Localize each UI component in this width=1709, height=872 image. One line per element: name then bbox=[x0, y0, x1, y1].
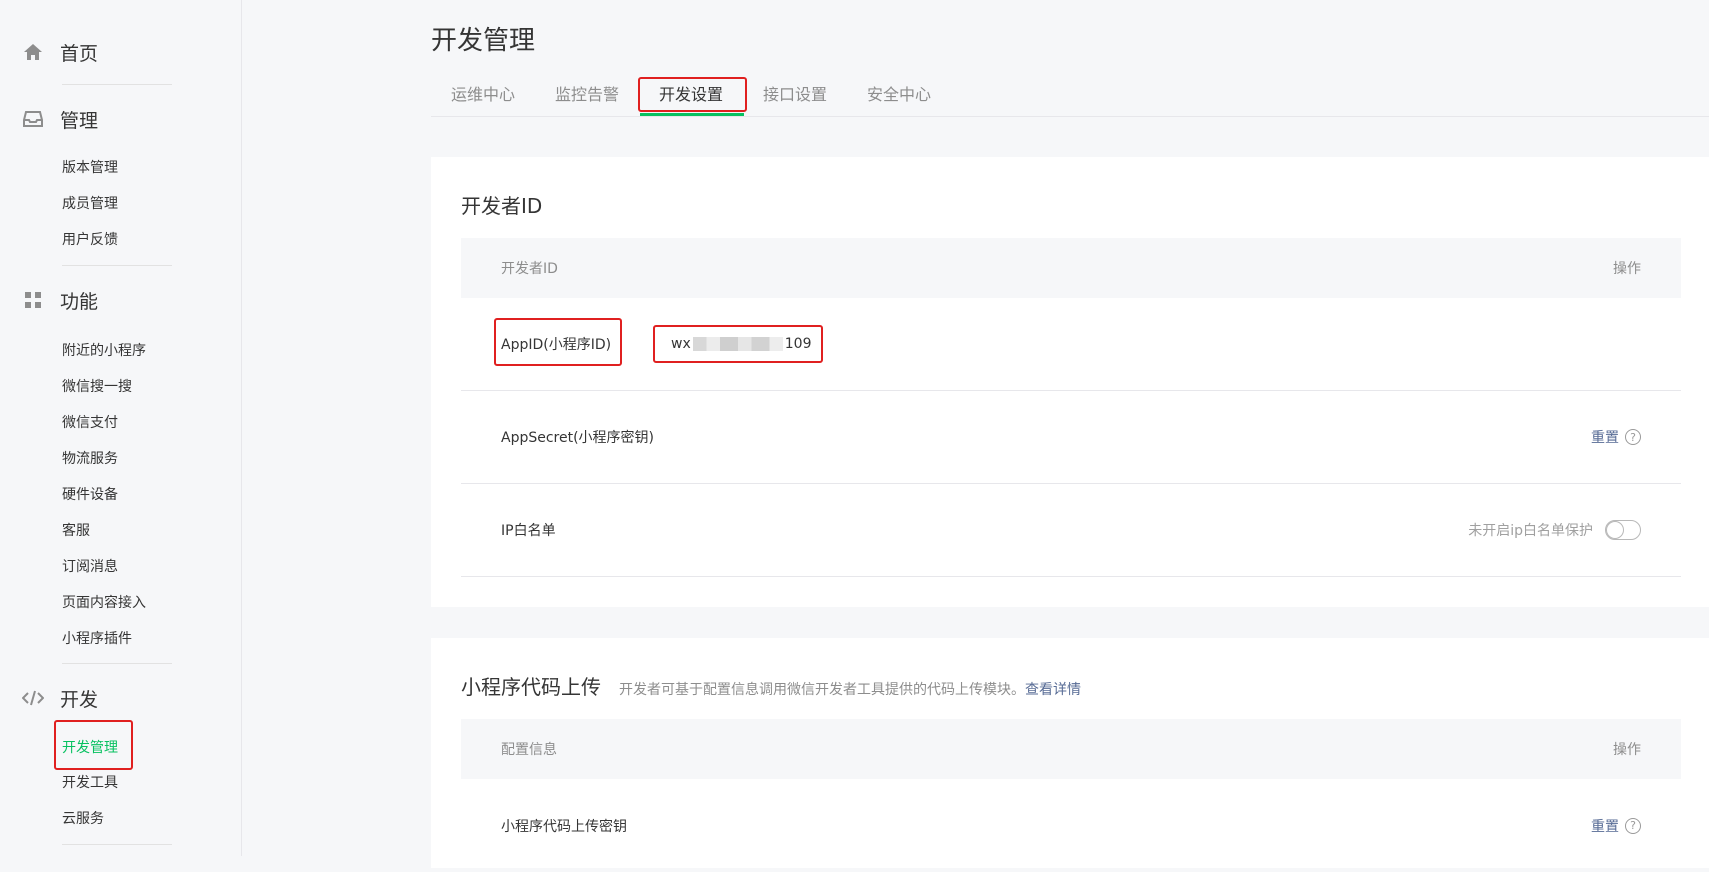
code-icon bbox=[22, 687, 44, 709]
appsecret-label: AppSecret(小程序密钥) bbox=[501, 430, 655, 446]
tab-bar: 运维中心 监控告警 开发设置 接口设置 安全中心 bbox=[431, 80, 1709, 117]
sidebar-item-subscribe[interactable]: 订阅消息 bbox=[62, 557, 118, 577]
divider bbox=[62, 663, 172, 664]
column-header: 操作 bbox=[1613, 261, 1641, 277]
inbox-icon bbox=[22, 108, 44, 130]
sidebar-group-features[interactable]: 功能 bbox=[22, 285, 98, 315]
reset-upload-key-link[interactable]: 重置 bbox=[1591, 816, 1619, 836]
sidebar-item-cloud[interactable]: 云服务 bbox=[62, 809, 104, 829]
code-upload-card: 小程序代码上传 开发者可基于配置信息调用微信开发者工具提供的代码上传模块。查看详… bbox=[431, 638, 1709, 868]
table-row: 小程序代码上传密钥 重置 ? bbox=[461, 779, 1681, 872]
column-header: 开发者ID bbox=[501, 261, 558, 277]
appid-value: wx 109 bbox=[671, 336, 812, 352]
divider bbox=[62, 265, 172, 266]
grid-icon bbox=[22, 289, 44, 311]
sidebar: 首页 管理 版本管理 成员管理 用户反馈 功能 附近的小程序 微信搜一搜 微信支… bbox=[0, 0, 242, 856]
active-tab-indicator bbox=[640, 113, 744, 116]
column-header: 操作 bbox=[1613, 742, 1641, 758]
divider bbox=[62, 844, 172, 845]
sidebar-item-content[interactable]: 页面内容接入 bbox=[62, 593, 146, 613]
help-icon[interactable]: ? bbox=[1625, 429, 1641, 445]
ip-whitelist-label: IP白名单 bbox=[501, 523, 556, 539]
sidebar-item-hardware[interactable]: 硬件设备 bbox=[62, 485, 118, 505]
masked-text bbox=[692, 337, 783, 351]
sidebar-item-pay[interactable]: 微信支付 bbox=[62, 413, 118, 433]
sidebar-item-members[interactable]: 成员管理 bbox=[62, 194, 118, 214]
ip-whitelist-status: 未开启ip白名单保护 bbox=[1468, 523, 1593, 539]
sidebar-item-label: 首页 bbox=[60, 42, 99, 65]
sidebar-group-label: 开发 bbox=[60, 688, 99, 711]
upload-key-label: 小程序代码上传密钥 bbox=[501, 818, 627, 835]
tab-dev-settings[interactable]: 开发设置 bbox=[659, 80, 723, 110]
view-details-link[interactable]: 查看详情 bbox=[1025, 682, 1081, 698]
sidebar-group-develop[interactable]: 开发 bbox=[22, 683, 98, 713]
toggle-knob bbox=[1607, 522, 1623, 538]
page-title: 开发管理 bbox=[431, 26, 536, 56]
ip-whitelist-toggle[interactable] bbox=[1605, 520, 1641, 540]
sidebar-item-logistics[interactable]: 物流服务 bbox=[62, 449, 118, 469]
help-icon[interactable]: ? bbox=[1625, 817, 1641, 834]
table-row: IP白名单 未开启ip白名单保护 bbox=[461, 484, 1681, 577]
column-header: 配置信息 bbox=[501, 742, 557, 758]
sidebar-item-service[interactable]: 客服 bbox=[62, 521, 90, 541]
sidebar-item-dev-tools[interactable]: 开发工具 bbox=[62, 773, 118, 793]
sidebar-item-nearby[interactable]: 附近的小程序 bbox=[62, 341, 146, 361]
sidebar-group-manage[interactable]: 管理 bbox=[22, 104, 98, 134]
tab-monitor[interactable]: 监控告警 bbox=[555, 80, 619, 110]
sidebar-item-feedback[interactable]: 用户反馈 bbox=[62, 230, 118, 250]
table-header: 配置信息 操作 bbox=[461, 719, 1681, 779]
card-title-row: 小程序代码上传 开发者可基于配置信息调用微信开发者工具提供的代码上传模块。查看详… bbox=[461, 671, 1081, 700]
developer-id-card: 开发者ID 开发者ID 操作 AppID(小程序ID) wx 109 AppSec… bbox=[431, 157, 1709, 607]
tab-api-settings[interactable]: 接口设置 bbox=[763, 80, 827, 110]
sidebar-item-version[interactable]: 版本管理 bbox=[62, 158, 118, 178]
home-icon bbox=[22, 41, 44, 63]
card-title: 小程序代码上传 bbox=[461, 675, 601, 699]
tab-security[interactable]: 安全中心 bbox=[867, 80, 931, 110]
table-row: AppID(小程序ID) wx 109 bbox=[461, 298, 1681, 391]
sidebar-item-dev-manage[interactable]: 开发管理 bbox=[62, 738, 118, 758]
divider bbox=[62, 84, 172, 85]
tab-ops[interactable]: 运维中心 bbox=[451, 80, 515, 110]
sidebar-group-label: 功能 bbox=[60, 290, 99, 313]
card-description: 开发者可基于配置信息调用微信开发者工具提供的代码上传模块。查看详情 bbox=[619, 682, 1081, 698]
table-header: 开发者ID 操作 bbox=[461, 238, 1681, 298]
sidebar-item-home[interactable]: 首页 bbox=[22, 37, 98, 67]
card-title: 开发者ID bbox=[461, 194, 543, 218]
appid-label: AppID(小程序ID) bbox=[501, 337, 612, 353]
sidebar-item-search[interactable]: 微信搜一搜 bbox=[62, 377, 132, 397]
sidebar-group-label: 管理 bbox=[60, 109, 99, 132]
table-row: AppSecret(小程序密钥) 重置 ? bbox=[461, 391, 1681, 484]
sidebar-item-plugin[interactable]: 小程序插件 bbox=[62, 629, 132, 649]
reset-appsecret-link[interactable]: 重置 bbox=[1591, 427, 1619, 447]
